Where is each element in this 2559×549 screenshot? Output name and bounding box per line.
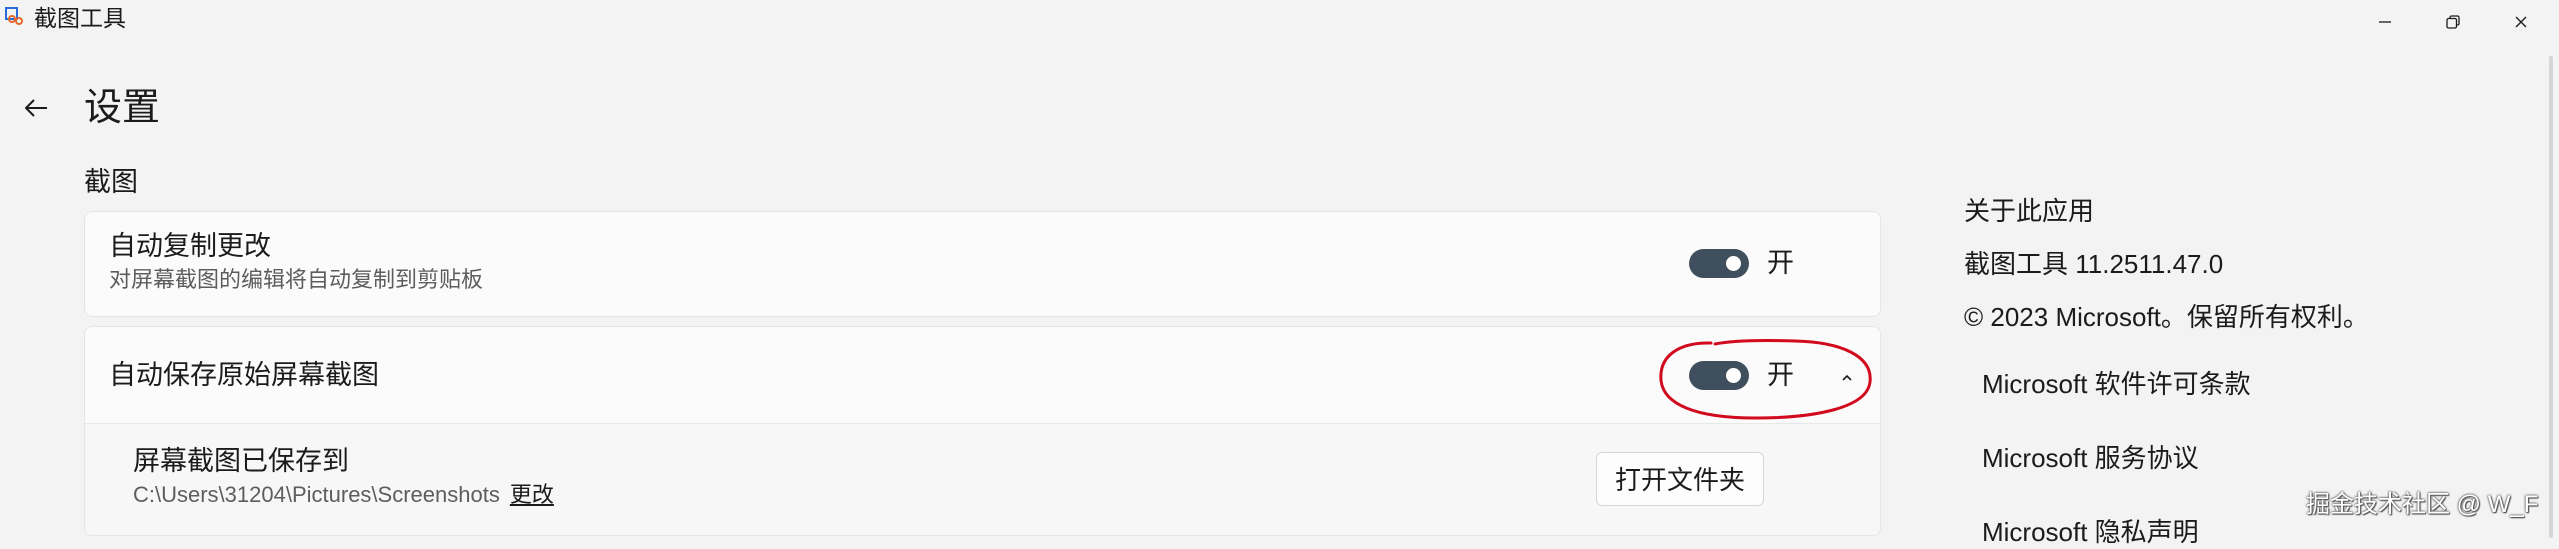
- minimize-button[interactable]: [2350, 0, 2420, 44]
- restore-icon: [2446, 15, 2460, 29]
- setting-card-auto-save: 自动保存原始屏幕截图 开 屏幕截图已保存到 C:\Users\31204\Pic…: [84, 326, 1881, 536]
- close-icon: [2515, 16, 2527, 28]
- saved-location-row: 屏幕截图已保存到 C:\Users\31204\Pictures\Screens…: [85, 424, 1880, 535]
- scrollbar[interactable]: [2549, 56, 2553, 538]
- back-button[interactable]: [14, 86, 58, 130]
- watermark: 掘金技术社区 @ W_F: [2306, 491, 2539, 518]
- privacy-statement-link[interactable]: Microsoft 隐私声明: [1982, 515, 2199, 549]
- page-title: 设置: [84, 87, 161, 129]
- change-location-link[interactable]: 更改: [510, 482, 554, 507]
- saved-location-path: C:\Users\31204\Pictures\Screenshots: [133, 482, 500, 507]
- toggle-knob: [1726, 256, 1741, 271]
- section-title: 截图: [84, 167, 138, 197]
- setting-description: 对屏幕截图的编辑将自动复制到剪贴板: [109, 267, 484, 292]
- setting-title: 自动复制更改: [109, 231, 271, 261]
- close-button[interactable]: [2486, 0, 2556, 44]
- restore-button[interactable]: [2418, 0, 2488, 44]
- minimize-icon: [2379, 21, 2391, 23]
- open-folder-button[interactable]: 打开文件夹: [1596, 452, 1764, 506]
- copyright: © 2023 Microsoft。保留所有权利。: [1964, 302, 2369, 332]
- saved-location-title: 屏幕截图已保存到: [133, 446, 349, 476]
- license-terms-link[interactable]: Microsoft 软件许可条款: [1982, 367, 2251, 401]
- auto-copy-toggle[interactable]: [1689, 249, 1749, 278]
- about-title: 关于此应用: [1964, 196, 2095, 226]
- app-version: 截图工具 11.2511.47.0: [1964, 249, 2224, 279]
- saved-location-path-row: C:\Users\31204\Pictures\Screenshots 更改: [133, 481, 554, 509]
- red-annotation-circle: [1659, 338, 1872, 420]
- toggle-state-label: 开: [1767, 248, 1794, 278]
- back-arrow-icon: [25, 99, 47, 117]
- snipping-tool-icon: [4, 6, 24, 26]
- setting-card-auto-copy: 自动复制更改 对屏幕截图的编辑将自动复制到剪贴板 开: [84, 211, 1881, 317]
- window-title: 截图工具: [34, 5, 126, 31]
- services-agreement-link[interactable]: Microsoft 服务协议: [1982, 441, 2199, 475]
- setting-title: 自动保存原始屏幕截图: [109, 360, 379, 390]
